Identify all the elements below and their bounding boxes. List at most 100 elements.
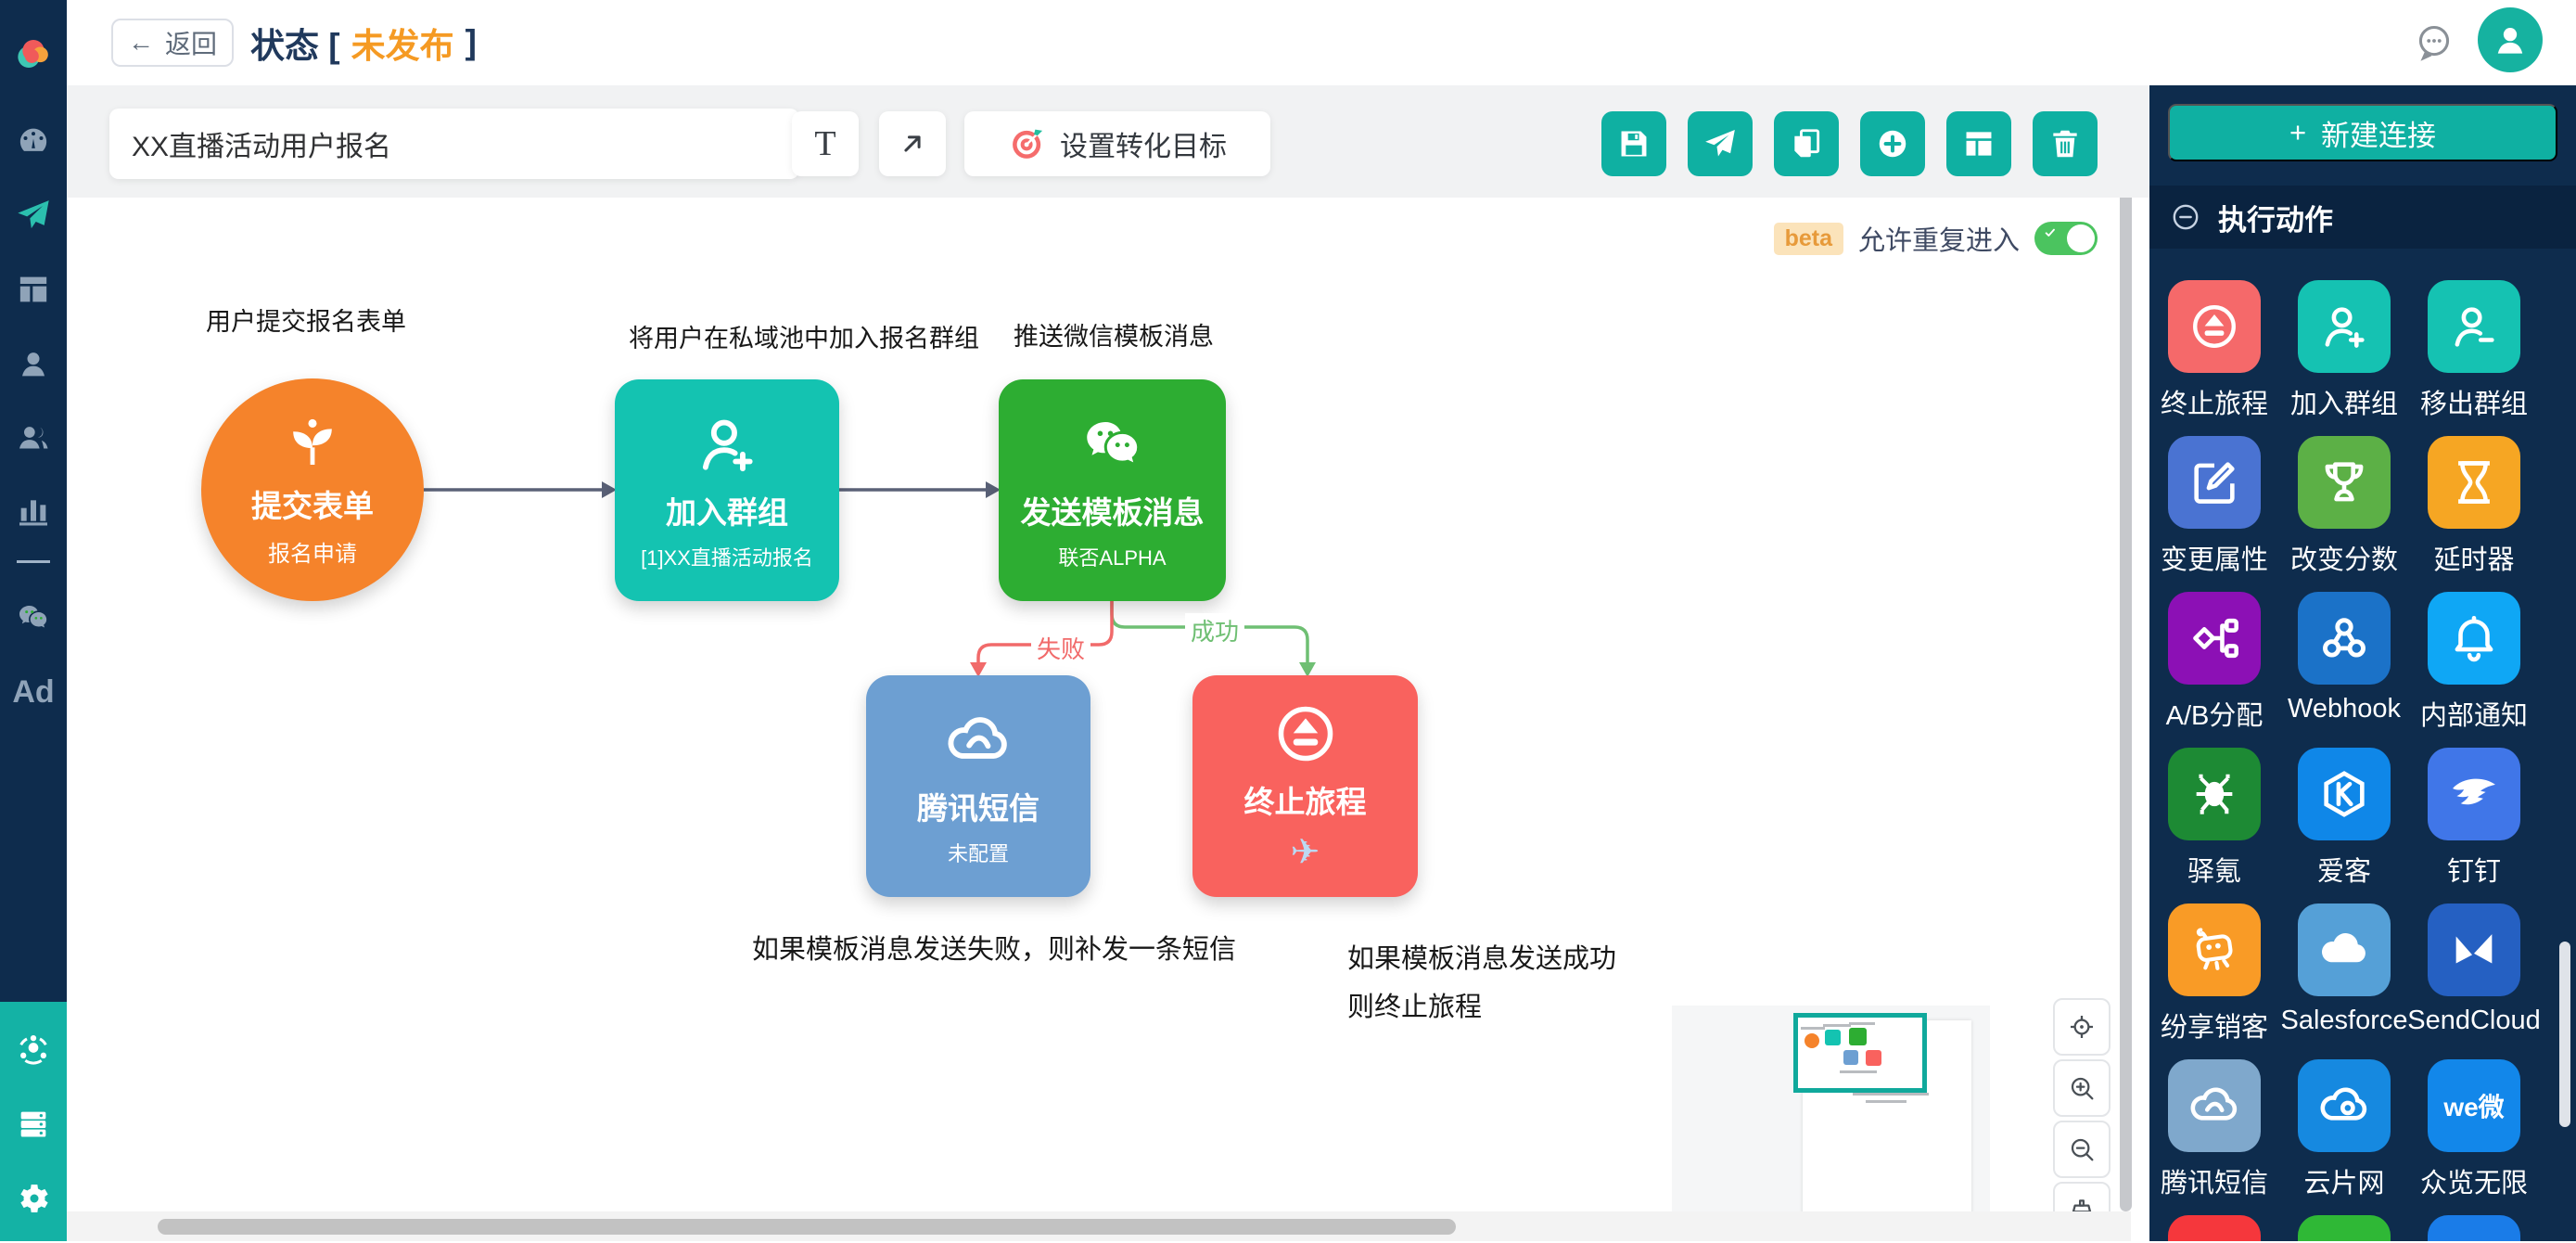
action-label: 延时器: [2433, 545, 2515, 575]
caption-exit-line1: 如果模板消息发送成功: [1347, 944, 1617, 974]
action-item-Salesforce[interactable]: Salesforce: [2279, 903, 2409, 1044]
repeat-entry-label: 允许重复进入: [1857, 226, 2020, 256]
mini-node-wechat: [1849, 1028, 1867, 1045]
layout-button[interactable]: [1946, 111, 2011, 176]
horizontal-scrollbar: [67, 1211, 2131, 1241]
sendcloud-icon: [2428, 903, 2520, 996]
repeat-entry-toggle[interactable]: [2034, 222, 2098, 255]
publish-button[interactable]: [1688, 111, 1753, 176]
action-label: 改变分数: [2289, 545, 2398, 575]
user-avatar[interactable]: [2478, 7, 2543, 72]
action-item-A/B分配[interactable]: A/B分配: [2149, 592, 2279, 733]
integrations-network-icon[interactable]: [15, 1032, 52, 1069]
back-label: 返回: [164, 30, 217, 58]
section-execute-actions[interactable]: 执行动作: [2149, 186, 2576, 249]
action-item-加入群组[interactable]: 加入群组: [2279, 280, 2409, 421]
save-button[interactable]: [1601, 111, 1666, 176]
action-label: 加入群组: [2289, 390, 2398, 419]
action-item-终止旅程[interactable]: 终止旅程: [2149, 280, 2279, 421]
journey-name-input[interactable]: [109, 109, 799, 179]
canvas-zoom-controls: [2053, 998, 2111, 1243]
add-node-button[interactable]: [1860, 111, 1925, 176]
action-item-云片网[interactable]: 云片网: [2279, 1059, 2409, 1200]
back-arrow-icon: ←: [127, 28, 154, 57]
action-item-腾讯短信[interactable]: 腾讯短信: [2149, 1059, 2279, 1200]
new-connection-button[interactable]: + 新建连接: [2168, 104, 2557, 161]
wechat-channel-icon[interactable]: [15, 599, 52, 636]
wechat-icon: [2298, 1215, 2391, 1241]
action-label: 爱客: [2316, 857, 2371, 887]
action-item-延时器[interactable]: 延时器: [2409, 436, 2539, 577]
status-badge: 未发布: [351, 27, 454, 65]
check-icon: [2043, 225, 2067, 250]
action-item-wecom[interactable]: [2409, 1215, 2539, 1241]
settings-gear-icon[interactable]: [15, 1180, 52, 1217]
analytics-bar-chart-icon[interactable]: [15, 493, 52, 530]
action-item-移出群组[interactable]: 移出群组: [2409, 280, 2539, 421]
action-label: 驿氪: [2187, 857, 2241, 887]
node-join-group[interactable]: 加入群组 [1]XX直播活动报名: [615, 379, 839, 601]
node-title: 发送模板消息: [1020, 494, 1205, 530]
action-item-钉钉[interactable]: 钉钉: [2409, 748, 2539, 889]
action-label: 腾讯短信: [2160, 1169, 2268, 1198]
pointer-arrow-tool-button[interactable]: [879, 111, 946, 176]
repeat-entry-setting: beta 允许重复进入: [1773, 219, 2098, 258]
plus-icon: +: [2289, 116, 2307, 148]
boards-layout-icon[interactable]: [15, 271, 52, 308]
action-item-vhall-logo[interactable]: 微吼: [2149, 1215, 2279, 1241]
eject-icon: [2168, 280, 2261, 373]
webhook-icon: [2298, 592, 2391, 685]
action-label: 变更属性: [2160, 545, 2268, 575]
data-server-icon[interactable]: [15, 1106, 52, 1143]
mini-text: [1801, 1027, 1825, 1030]
action-label: 众览无限: [2419, 1169, 2528, 1198]
locate-crosshair-button[interactable]: [2053, 998, 2111, 1056]
action-item-变更属性[interactable]: 变更属性: [2149, 436, 2279, 577]
left-nav-rail: Ad: [0, 0, 67, 1241]
abSplit-icon: [2168, 592, 2261, 685]
caption-exit-line2: 则终止旅程: [1347, 993, 1483, 1023]
text-tool-button[interactable]: T: [792, 111, 859, 176]
dashboard-gauge-icon[interactable]: [15, 122, 52, 160]
duplicate-button[interactable]: [1774, 111, 1839, 176]
action-item-驿氪[interactable]: 驿氪: [2149, 748, 2279, 889]
we-logo-icon: we微: [2428, 1059, 2520, 1152]
action-label: 内部通知: [2419, 701, 2528, 731]
conversion-goal-button[interactable]: 设置转化目标: [964, 111, 1270, 176]
back-button[interactable]: ← 返回: [111, 19, 234, 67]
canvas-toolbar: T 设置转化目标: [67, 85, 2149, 198]
ad-channel-icon[interactable]: Ad: [12, 676, 54, 708]
person-plus-icon: [693, 410, 761, 479]
zoom-out-button[interactable]: [2053, 1121, 2111, 1178]
action-item-SendCloud[interactable]: SendCloud: [2407, 903, 2541, 1044]
action-item-wechat[interactable]: [2279, 1215, 2409, 1241]
contact-user-icon[interactable]: [15, 345, 52, 382]
horizontal-scrollbar-thumb[interactable]: [158, 1219, 1456, 1235]
node-send-template-message[interactable]: 发送模板消息 联否ALPHA: [999, 379, 1226, 601]
minimap[interactable]: [1672, 1006, 1990, 1226]
node-tencent-sms[interactable]: 腾讯短信 未配置: [866, 675, 1090, 897]
node-submit-form[interactable]: 提交表单 报名申请: [201, 378, 424, 601]
action-item-爱客[interactable]: 爱客: [2279, 748, 2409, 889]
vertical-scrollbar-thumb[interactable]: [2120, 89, 2132, 1211]
action-item-Webhook[interactable]: Webhook: [2279, 592, 2409, 733]
feedback-chat-icon[interactable]: [2413, 20, 2455, 63]
cloud-icon: [944, 706, 1013, 775]
app-logo[interactable]: [15, 35, 52, 72]
node-exit-journey[interactable]: 终止旅程 ✈: [1192, 675, 1418, 897]
action-item-内部通知[interactable]: 内部通知: [2409, 592, 2539, 733]
action-item-改变分数[interactable]: 改变分数: [2279, 436, 2409, 577]
journey-paper-plane-icon[interactable]: [15, 197, 52, 234]
vhall-logo-icon: 微吼: [2168, 1215, 2261, 1241]
delete-button[interactable]: [2033, 111, 2098, 176]
sidebar-scrollbar-thumb[interactable]: [2559, 942, 2570, 1127]
caption-sms: 如果模板消息发送失败，则补发一条短信: [751, 935, 1237, 965]
action-item-纷享销客[interactable]: 纷享销客: [2149, 903, 2279, 1044]
sprout-icon: [283, 413, 342, 472]
zoom-in-button[interactable]: [2053, 1059, 2111, 1117]
collapse-minus-icon[interactable]: [2170, 201, 2201, 233]
edit-icon: [2168, 436, 2261, 529]
audience-users-icon[interactable]: [15, 418, 52, 455]
action-item-众览无限[interactable]: we微众览无限: [2409, 1059, 2539, 1200]
node-title: 终止旅程: [1243, 785, 1367, 819]
